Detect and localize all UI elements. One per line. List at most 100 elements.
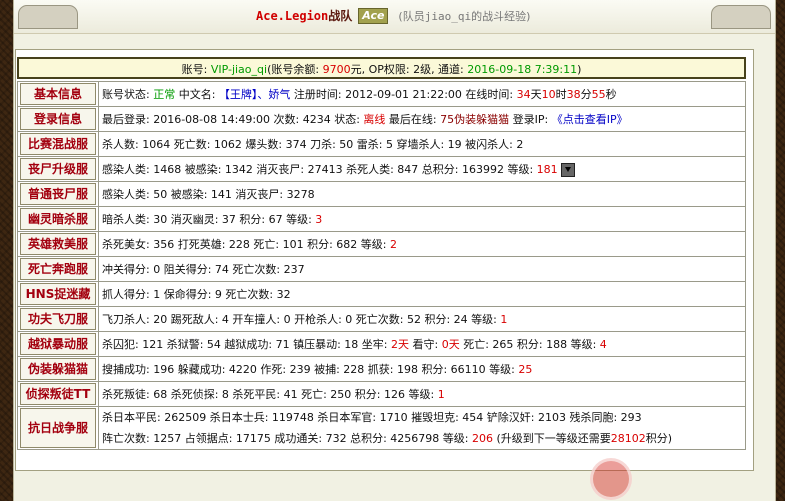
row-label-cell: 侦探叛徒TT [17, 381, 99, 407]
row-label-cell: 普通丧尸服 [17, 181, 99, 207]
stat-text: 离线 [363, 113, 386, 126]
team-name: Ace.Legion [256, 8, 329, 23]
stat-text: 杀日本平民: 262509 杀日本士兵: 119748 杀日本军官: 1710 … [102, 411, 642, 424]
stat-text: 杀囚犯: 121 杀狱警: 54 越狱成功: 71 镇压暴动: 18 坐牢: [102, 338, 391, 351]
stats-row: 幽灵暗杀服 暗杀人类: 30 消灭幽灵: 37 积分: 67 等级: 3 [17, 206, 746, 232]
stat-text: 2 [389, 238, 397, 251]
stats-table-body: 基本信息 账号状态: 正常 中文名: 【王牌】、娇气 注册时间: 2012-09-… [17, 81, 746, 450]
stats-row: 普通丧尸服 感染人类: 50 被感染: 141 消灭丧尸: 3278 [17, 181, 746, 207]
row-value-cell: 搜捕成功: 196 躲藏成功: 4220 作死: 239 被捕: 228 抓获:… [98, 356, 746, 382]
stat-text: 38 [566, 88, 581, 101]
row-label-cell: 基本信息 [17, 81, 99, 107]
stat-line: 杀囚犯: 121 杀狱警: 54 越狱成功: 71 镇压暴动: 18 坐牢: 2… [102, 336, 742, 352]
stat-text: 3 [315, 213, 323, 226]
stat-text: 阵亡次数: 1257 占领据点: 17175 成功通关: 732 总积分: 42… [102, 432, 472, 445]
stat-text: 登录IP: [509, 113, 552, 126]
account-balance: 9700 [322, 63, 351, 76]
server-mode-label: 基本信息 [20, 83, 96, 105]
account-date: 2016-09-18 7:39:11 [467, 63, 578, 76]
server-mode-label: 英雄救美服 [20, 233, 96, 255]
stat-text: 时 [555, 88, 567, 101]
stat-text: 【王牌】、娇气 [218, 88, 291, 101]
stat-line: 感染人类: 50 被感染: 141 消灭丧尸: 3278 [102, 186, 742, 202]
stat-text: 注册时间: 2012-09-01 21:22:00 在线时间: [290, 88, 517, 101]
stat-text: 10 [541, 88, 556, 101]
stat-text: 181 [536, 163, 558, 176]
stat-text: 冲关得分: 0 阻关得分: 74 死亡次数: 237 [102, 263, 305, 276]
stat-text: 分 [580, 88, 592, 101]
stats-row: 侦探叛徒TT 杀死叛徒: 68 杀死侦探: 8 杀死平民: 41 死亡: 250 … [17, 381, 746, 407]
stat-line: 感染人类: 1468 被感染: 1342 消灭丧尸: 27413 杀死人类: 8… [102, 161, 742, 177]
row-label-cell: 丧尸升级服 [17, 156, 99, 182]
stat-text: (升级到下一等级还需要 [492, 432, 611, 445]
stat-text: 1 [437, 388, 445, 401]
row-value-cell: 最后登录: 2016-08-08 14:49:00 次数: 4234 状态: 离… [98, 106, 746, 132]
balance-label: (账号余额: [267, 63, 323, 76]
row-label-cell: 英雄救美服 [17, 231, 99, 257]
op-info: 元, OP权限: 2级, 通道: [350, 63, 468, 76]
stat-line: 阵亡次数: 1257 占领据点: 17175 成功通关: 732 总积分: 42… [102, 428, 742, 449]
server-mode-label: 幽灵暗杀服 [20, 208, 96, 230]
stat-text: 死亡: 265 积分: 188 等级: [459, 338, 600, 351]
title-bar: Ace.Legion 战队 Ace (队员jiao_qi的战斗经验) [14, 0, 775, 34]
row-label-cell: 幽灵暗杀服 [17, 206, 99, 232]
stats-row: 基本信息 账号状态: 正常 中文名: 【王牌】、娇气 注册时间: 2012-09-… [17, 81, 746, 107]
row-value-cell: 冲关得分: 0 阻关得分: 74 死亡次数: 237 [98, 256, 746, 282]
stats-row: 抗日战争服 杀日本平民: 262509 杀日本士兵: 119748 杀日本军官: … [17, 406, 746, 450]
stat-line: 冲关得分: 0 阻关得分: 74 死亡次数: 237 [102, 261, 742, 277]
stat-text: 飞刀杀人: 20 踢死敌人: 4 开车撞人: 0 开枪杀人: 0 死亡次数: 5… [102, 313, 501, 326]
page-subtitle: (队员jiao_qi的战斗经验) [398, 8, 530, 24]
server-mode-label: HNS捉迷藏 [20, 283, 96, 305]
stats-row: 丧尸升级服 感染人类: 1468 被感染: 1342 消灭丧尸: 27413 杀死… [17, 156, 746, 182]
stat-text: 55 [591, 88, 606, 101]
row-value-cell: 杀日本平民: 262509 杀日本士兵: 119748 杀日本军官: 1710 … [98, 406, 746, 450]
stat-text: 4 [599, 338, 607, 351]
row-value-cell: 感染人类: 50 被感染: 141 消灭丧尸: 3278 [98, 181, 746, 207]
stat-text: 75伪装躲猫猫 [440, 113, 510, 126]
stat-text: 积分) [645, 432, 673, 445]
stat-line: 暗杀人类: 30 消灭幽灵: 37 积分: 67 等级: 3 [102, 211, 742, 227]
row-value-cell: 飞刀杀人: 20 踢死敌人: 4 开车撞人: 0 开枪杀人: 0 死亡次数: 5… [98, 306, 746, 332]
stats-row: 越狱暴动服 杀囚犯: 121 杀狱警: 54 越狱成功: 71 镇压暴动: 18 … [17, 331, 746, 357]
account-close: ) [577, 63, 582, 76]
stat-text: 搜捕成功: 196 躲藏成功: 4220 作死: 239 被捕: 228 抓获:… [102, 363, 519, 376]
stat-text: 28102 [610, 432, 646, 445]
server-mode-label: 登录信息 [20, 108, 96, 130]
stat-text: 中文名: [175, 88, 219, 101]
row-value-cell: 账号状态: 正常 中文名: 【王牌】、娇气 注册时间: 2012-09-01 2… [98, 81, 746, 107]
stat-text: 2天 [391, 338, 409, 351]
row-label-cell: 抗日战争服 [17, 406, 99, 450]
account-id: VIP-jiao_qi [210, 63, 268, 76]
page-title: Ace.Legion 战队 Ace (队员jiao_qi的战斗经验) [256, 7, 530, 24]
stat-text: 暗杀人类: 30 消灭幽灵: 37 积分: 67 等级: [102, 213, 316, 226]
stat-text: 看守: [409, 338, 442, 351]
stat-text: 206 [471, 432, 493, 445]
stat-text: 感染人类: 1468 被感染: 1342 消灭丧尸: 27413 杀死人类: 8… [102, 163, 537, 176]
stat-text: 正常 [153, 88, 176, 101]
left-tab-decoration [18, 5, 78, 29]
row-label-cell: 登录信息 [17, 106, 99, 132]
stat-text[interactable]: 《点击查看IP》 [552, 113, 628, 126]
server-mode-label: 越狱暴动服 [20, 333, 96, 355]
stat-line: 抓人得分: 1 保命得分: 9 死亡次数: 32 [102, 286, 742, 302]
account-bar: 账号: VIP-jiao_qi(账号余额: 9700元, OP权限: 2级, 通… [17, 57, 746, 79]
server-mode-label: 死亡奔跑服 [20, 258, 96, 280]
stat-text: 秒 [605, 88, 617, 101]
stat-line: 账号状态: 正常 中文名: 【王牌】、娇气 注册时间: 2012-09-01 2… [102, 86, 742, 102]
stats-table: 基本信息 账号状态: 正常 中文名: 【王牌】、娇气 注册时间: 2012-09-… [17, 81, 746, 450]
server-mode-label: 丧尸升级服 [20, 158, 96, 180]
stat-line: 搜捕成功: 196 躲藏成功: 4220 作死: 239 被捕: 228 抓获:… [102, 361, 742, 377]
stat-text: 最后登录: 2016-08-08 14:49:00 次数: 4234 状态: [102, 113, 364, 126]
row-value-cell: 感染人类: 1468 被感染: 1342 消灭丧尸: 27413 杀死人类: 8… [98, 156, 746, 182]
server-mode-label: 功夫飞刀服 [20, 308, 96, 330]
stat-text: 账号状态: [102, 88, 154, 101]
stat-text: 杀死叛徒: 68 杀死侦探: 8 杀死平民: 41 死亡: 250 积分: 12… [102, 388, 438, 401]
server-mode-label: 普通丧尸服 [20, 183, 96, 205]
stats-row: HNS捉迷藏 抓人得分: 1 保命得分: 9 死亡次数: 32 [17, 281, 746, 307]
stats-row: 比赛混战服 杀人数: 1064 死亡数: 1062 爆头数: 374 刀杀: 50… [17, 131, 746, 157]
subtitle-prefix: (队员 [398, 9, 425, 23]
stat-text: 34 [516, 88, 531, 101]
stat-text: 25 [518, 363, 533, 376]
row-value-cell: 杀死叛徒: 68 杀死侦探: 8 杀死平民: 41 死亡: 250 积分: 12… [98, 381, 746, 407]
stat-line: 杀死美女: 356 打死英雄: 228 死亡: 101 积分: 682 等级: … [102, 236, 742, 252]
